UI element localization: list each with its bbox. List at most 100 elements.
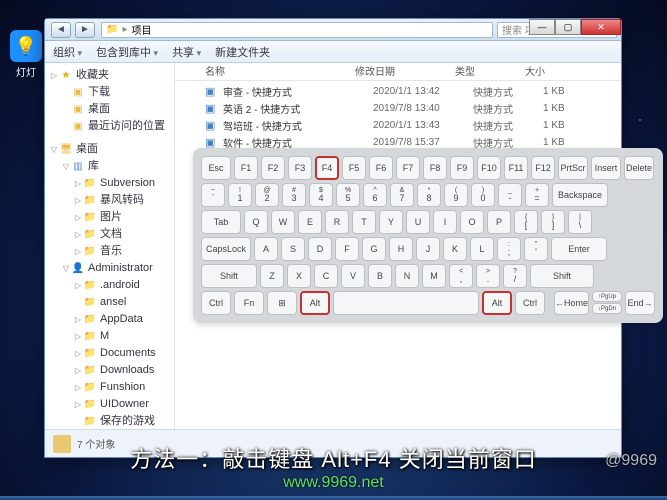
- key-prtscr[interactable]: PrtScr: [558, 156, 588, 180]
- key-ctrl[interactable]: Ctrl: [515, 291, 545, 315]
- key-d[interactable]: D: [308, 237, 332, 261]
- tree-admin[interactable]: ▽👤Administrator: [45, 260, 174, 277]
- key-f11[interactable]: F11: [504, 156, 528, 180]
- key-i[interactable]: I: [433, 210, 457, 234]
- key-t[interactable]: T: [352, 210, 376, 234]
- tree-savedgame[interactable]: 📁保存的游戏: [45, 413, 174, 429]
- tree-libraries[interactable]: ▽▥库: [45, 158, 174, 175]
- key-h[interactable]: H: [389, 237, 413, 261]
- key-6[interactable]: ^6: [363, 183, 387, 207]
- key-end→[interactable]: End→: [625, 291, 655, 315]
- key-f6[interactable]: F6: [369, 156, 393, 180]
- key-k[interactable]: K: [443, 237, 467, 261]
- titlebar[interactable]: ◄ ► 📁 ▸ 项目 搜索 项目 — ▢ ✕: [45, 19, 621, 41]
- key--[interactable]: _-: [498, 183, 522, 207]
- key-⊞[interactable]: ⊞: [267, 291, 297, 315]
- key-b[interactable]: B: [368, 264, 392, 288]
- key-[[interactable]: {[: [514, 210, 538, 234]
- key-o[interactable]: O: [460, 210, 484, 234]
- tree-desktop2[interactable]: ▽🖥桌面: [45, 141, 174, 158]
- key-delete[interactable]: Delete: [624, 156, 654, 180]
- tree-appdata[interactable]: ▷📁AppData: [45, 311, 174, 328]
- key-c[interactable]: C: [314, 264, 338, 288]
- key-e[interactable]: E: [298, 210, 322, 234]
- key-p[interactable]: P: [487, 210, 511, 234]
- tree-downloads2[interactable]: ▷📁Downloads: [45, 362, 174, 379]
- key-alt[interactable]: Alt: [300, 291, 330, 315]
- key-u[interactable]: U: [406, 210, 430, 234]
- tree-downloads[interactable]: ▣下载: [45, 84, 174, 101]
- key-x[interactable]: X: [287, 264, 311, 288]
- tree-pictures[interactable]: ▷📁图片: [45, 209, 174, 226]
- key-'[interactable]: "': [524, 237, 548, 261]
- share-menu[interactable]: 共享: [172, 44, 201, 60]
- include-menu[interactable]: 包含到库中: [96, 44, 158, 60]
- col-size[interactable]: 大小: [525, 63, 575, 80]
- key-shift[interactable]: Shift: [530, 264, 594, 288]
- file-row[interactable]: ▣审查 - 快捷方式2020/1/1 13:42快捷方式1 KB: [175, 83, 621, 100]
- key-↓pgdn[interactable]: ↓PgDn: [592, 303, 622, 314]
- key-f9[interactable]: F9: [450, 156, 474, 180]
- key-v[interactable]: V: [341, 264, 365, 288]
- organize-menu[interactable]: 组织: [53, 44, 82, 60]
- address-bar[interactable]: 📁 ▸ 项目: [101, 22, 493, 38]
- key-q[interactable]: Q: [244, 210, 268, 234]
- key-=[interactable]: +=: [525, 183, 549, 207]
- key-↑pgup[interactable]: ↑PgUp: [592, 291, 622, 302]
- col-name[interactable]: 名称: [205, 63, 355, 80]
- key-m[interactable]: M: [422, 264, 446, 288]
- nav-forward-button[interactable]: ►: [75, 22, 95, 38]
- file-row[interactable]: ▣驾培班 - 快捷方式2020/1/1 13:43快捷方式1 KB: [175, 117, 621, 134]
- nav-pane[interactable]: ▷★收藏夹 ▣下载 ▣桌面 ▣最近访问的位置 ▽🖥桌面 ▽▥库 ▷📁Subver…: [45, 63, 175, 429]
- key-y[interactable]: Y: [379, 210, 403, 234]
- key-f8[interactable]: F8: [423, 156, 447, 180]
- key-.[interactable]: >.: [476, 264, 500, 288]
- nav-back-button[interactable]: ◄: [51, 22, 71, 38]
- key-esc[interactable]: Esc: [201, 156, 231, 180]
- key-f12[interactable]: F12: [531, 156, 555, 180]
- key-5[interactable]: %5: [336, 183, 360, 207]
- key-l[interactable]: L: [470, 237, 494, 261]
- key-[interactable]: [333, 291, 479, 315]
- key-j[interactable]: J: [416, 237, 440, 261]
- file-row[interactable]: ▣英语 2 - 快捷方式2019/7/8 13:40快捷方式1 KB: [175, 100, 621, 117]
- key-f4[interactable]: F4: [315, 156, 339, 180]
- maximize-button[interactable]: ▢: [555, 19, 581, 35]
- tree-desktop[interactable]: ▣桌面: [45, 101, 174, 118]
- key-enter[interactable]: Enter: [551, 237, 607, 261]
- tree-videos[interactable]: ▷📁暴风转码: [45, 192, 174, 209]
- tree-funshion[interactable]: ▷📁Funshion: [45, 379, 174, 396]
- newfolder-button[interactable]: 新建文件夹: [215, 44, 270, 60]
- key-←home[interactable]: ←Home: [554, 291, 589, 315]
- tree-subversion[interactable]: ▷📁Subversion: [45, 175, 174, 192]
- key-a[interactable]: A: [254, 237, 278, 261]
- key-g[interactable]: G: [362, 237, 386, 261]
- key-ctrl[interactable]: Ctrl: [201, 291, 231, 315]
- key-f2[interactable]: F2: [261, 156, 285, 180]
- key-fn[interactable]: Fn: [234, 291, 264, 315]
- key-shift[interactable]: Shift: [201, 264, 257, 288]
- col-date[interactable]: 修改日期: [355, 63, 455, 80]
- key-,[interactable]: <,: [449, 264, 473, 288]
- key-alt[interactable]: Alt: [482, 291, 512, 315]
- desktop-shortcut[interactable]: 💡 灯灯: [6, 30, 46, 79]
- tree-android[interactable]: ▷📁.android: [45, 277, 174, 294]
- tree-uidowner[interactable]: ▷📁UIDowner: [45, 396, 174, 413]
- key-w[interactable]: W: [271, 210, 295, 234]
- tree-m[interactable]: ▷📁M: [45, 328, 174, 345]
- tree-docs[interactable]: ▷📁文档: [45, 226, 174, 243]
- minimize-button[interactable]: —: [529, 19, 555, 35]
- key-1[interactable]: !1: [228, 183, 252, 207]
- key-tab[interactable]: Tab: [201, 210, 241, 234]
- key-f10[interactable]: F10: [477, 156, 501, 180]
- key-/[interactable]: ?/: [503, 264, 527, 288]
- key-\[interactable]: |\: [568, 210, 592, 234]
- tree-recent[interactable]: ▣最近访问的位置: [45, 118, 174, 135]
- breadcrumb-current[interactable]: 项目: [131, 22, 151, 37]
- key-z[interactable]: Z: [260, 264, 284, 288]
- tree-favorites[interactable]: ▷★收藏夹: [45, 67, 174, 84]
- tree-documents[interactable]: ▷📁Documents: [45, 345, 174, 362]
- key-capslock[interactable]: CapsLock: [201, 237, 251, 261]
- tree-ansel[interactable]: 📁ansel: [45, 294, 174, 311]
- key-n[interactable]: N: [395, 264, 419, 288]
